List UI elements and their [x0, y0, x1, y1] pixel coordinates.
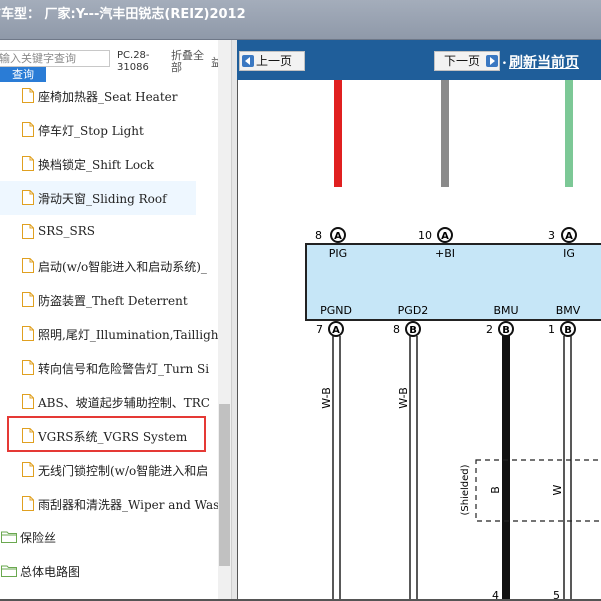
connector-letter: A: [332, 325, 340, 336]
tree-item-srs[interactable]: SRS_SRS: [0, 215, 218, 249]
connector-letter: B: [409, 325, 417, 336]
pin-number: 10: [418, 229, 432, 242]
prev-page-label: 上一页: [256, 54, 293, 68]
refresh-page-link[interactable]: 刷新当前页: [502, 52, 579, 72]
shielded-label: (Shielded): [460, 464, 471, 515]
tree-item-label: 启动(w/o智能进入和启动系统)_: [38, 260, 207, 274]
bottom-pin-bmu: 2 B: [486, 321, 514, 337]
next-page-label: 下一页: [444, 54, 481, 68]
document-icon: [22, 190, 34, 205]
tree-item-seat-heater[interactable]: 座椅加热器_Seat Heater: [0, 79, 218, 113]
connector-letter: B: [564, 325, 572, 336]
connector-letter: B: [502, 325, 510, 336]
arrow-left-icon: [242, 55, 254, 67]
page-border: [237, 80, 238, 601]
tree-item-sliding-roof[interactable]: 滑动天窗_Sliding Roof: [0, 181, 196, 215]
tree-item-label: 换档锁定_Shift Lock: [38, 158, 155, 172]
vehicle-title: 前车型： 厂家:Y---汽丰田锐志(REIZ)2012: [0, 7, 246, 22]
pin-name: BMU: [493, 304, 518, 317]
tree-item-label: 照明,尾灯_Illumination,Taillight: [38, 328, 218, 342]
next-page-button[interactable]: 下一页: [434, 51, 500, 71]
bottom-pin-pgd2: 8 B: [393, 321, 421, 337]
pin-name: PGND: [320, 304, 352, 317]
document-icon: [22, 496, 34, 511]
tree-item-label: 无线门锁控制(w/o智能进入和启: [38, 464, 209, 478]
folder-icon: [1, 531, 17, 543]
wire-ig: [565, 80, 573, 187]
tree-item-label: 防盗装置_Theft Deterrent: [38, 294, 188, 308]
wire-label: B: [489, 486, 502, 494]
pin-number: 8: [393, 323, 400, 336]
document-icon: [22, 224, 34, 239]
document-icon: [22, 292, 34, 307]
document-icon: [22, 360, 34, 375]
diagram-panel: 上一页 下一页 刷新当前页 8 A PIG 10 A +BI 3: [237, 40, 601, 601]
wiring-diagram: 8 A PIG 10 A +BI 3 A IG PGND PGD2 BMU BM…: [305, 80, 601, 601]
tree-item-label: 停车灯_Stop Light: [38, 124, 144, 138]
selection-highlight: [7, 416, 206, 452]
connector-letter: A: [565, 231, 573, 242]
pin-name: IG: [563, 247, 575, 260]
pin-name: +BI: [435, 247, 455, 260]
folder-icon: [1, 565, 17, 577]
document-icon: [22, 258, 34, 273]
tree-item-label: 雨刮器和清洗器_Wiper and Was: [38, 498, 218, 512]
title-bar: 前车型： 厂家:Y---汽丰田锐志(REIZ)2012: [0, 0, 601, 40]
tree-folder-label: 保险丝: [20, 531, 57, 545]
pin-name: PGD2: [398, 304, 429, 317]
pin-number: 7: [316, 323, 323, 336]
tree-folder-fuses[interactable]: 保险丝: [0, 524, 218, 550]
tree-item-label: 座椅加热器_Seat Heater: [38, 90, 178, 104]
tree-folder-overall-circuit[interactable]: 总体电路图: [0, 558, 218, 584]
wire-bi: [441, 80, 449, 187]
tree-item-wiper-washer[interactable]: 雨刮器和清洗器_Wiper and Was: [0, 487, 218, 521]
document-icon: [22, 326, 34, 341]
wire-label: W: [551, 484, 564, 495]
tree-item-starting[interactable]: 启动(w/o智能进入和启动系统)_: [0, 249, 218, 283]
prev-page-button[interactable]: 上一页: [239, 51, 305, 71]
left-panel: 查询 PC.28-31086 折叠全部 益 座椅加热器_Seat Heater …: [0, 40, 231, 601]
wire-pgd2: [409, 336, 418, 601]
tree-item-label: 转向信号和危险警告灯_Turn Si: [38, 362, 210, 376]
tree-item-turn-signal[interactable]: 转向信号和危险警告灯_Turn Si: [0, 351, 218, 385]
tree-item-theft-deterrent[interactable]: 防盗装置_Theft Deterrent: [0, 283, 218, 317]
diagram-navbar: 上一页 下一页 刷新当前页: [237, 40, 601, 80]
pin-number: 2: [486, 323, 493, 336]
wire-label: W-B: [397, 387, 410, 409]
document-icon: [22, 122, 34, 137]
document-icon: [22, 462, 34, 477]
tree-item-label: SRS_SRS: [38, 224, 95, 238]
tree-item-stop-light[interactable]: 停车灯_Stop Light: [0, 113, 218, 147]
document-icon: [22, 156, 34, 171]
document-icon: [22, 88, 34, 103]
pin-name: BMV: [556, 304, 581, 317]
tree-item-shift-lock[interactable]: 换档锁定_Shift Lock: [0, 147, 218, 181]
tree-item-wireless-door-lock[interactable]: 无线门锁控制(w/o智能进入和启: [0, 453, 218, 487]
wire-label: W-B: [320, 387, 333, 409]
pin-number: 8: [315, 229, 322, 242]
pin-name: PIG: [329, 247, 347, 260]
document-icon: [22, 394, 34, 409]
tree-item-label: ABS、坡道起步辅助控制、TRC: [38, 396, 210, 410]
wire-pgnd: [332, 336, 341, 601]
bottom-pin-bmv: 1 B: [548, 321, 576, 337]
scrollbar-thumb[interactable]: [219, 404, 230, 566]
pin-number: 1: [548, 323, 555, 336]
connector-letter: A: [334, 231, 342, 242]
search-input[interactable]: [0, 50, 110, 67]
tree-item-illumination[interactable]: 照明,尾灯_Illumination,Taillight: [0, 317, 218, 351]
tree-scrollbar[interactable]: [218, 40, 231, 601]
collapse-all-button[interactable]: 折叠全部: [171, 50, 211, 74]
pin-number: 3: [548, 229, 555, 242]
diagram-code: PC.28-31086: [117, 50, 150, 73]
wire-pig: [334, 80, 342, 187]
connector-letter: A: [441, 231, 449, 242]
bottom-pin-pgnd: 7 A: [316, 321, 344, 337]
tree-item-label: 滑动天窗_Sliding Roof: [38, 192, 167, 206]
wire-bmv: [563, 336, 572, 601]
tree-item-abs[interactable]: ABS、坡道起步辅助控制、TRC: [0, 385, 218, 419]
wire-bmu: [502, 336, 510, 601]
tree-folder-label: 总体电路图: [20, 565, 81, 579]
arrow-right-icon: [486, 55, 498, 67]
